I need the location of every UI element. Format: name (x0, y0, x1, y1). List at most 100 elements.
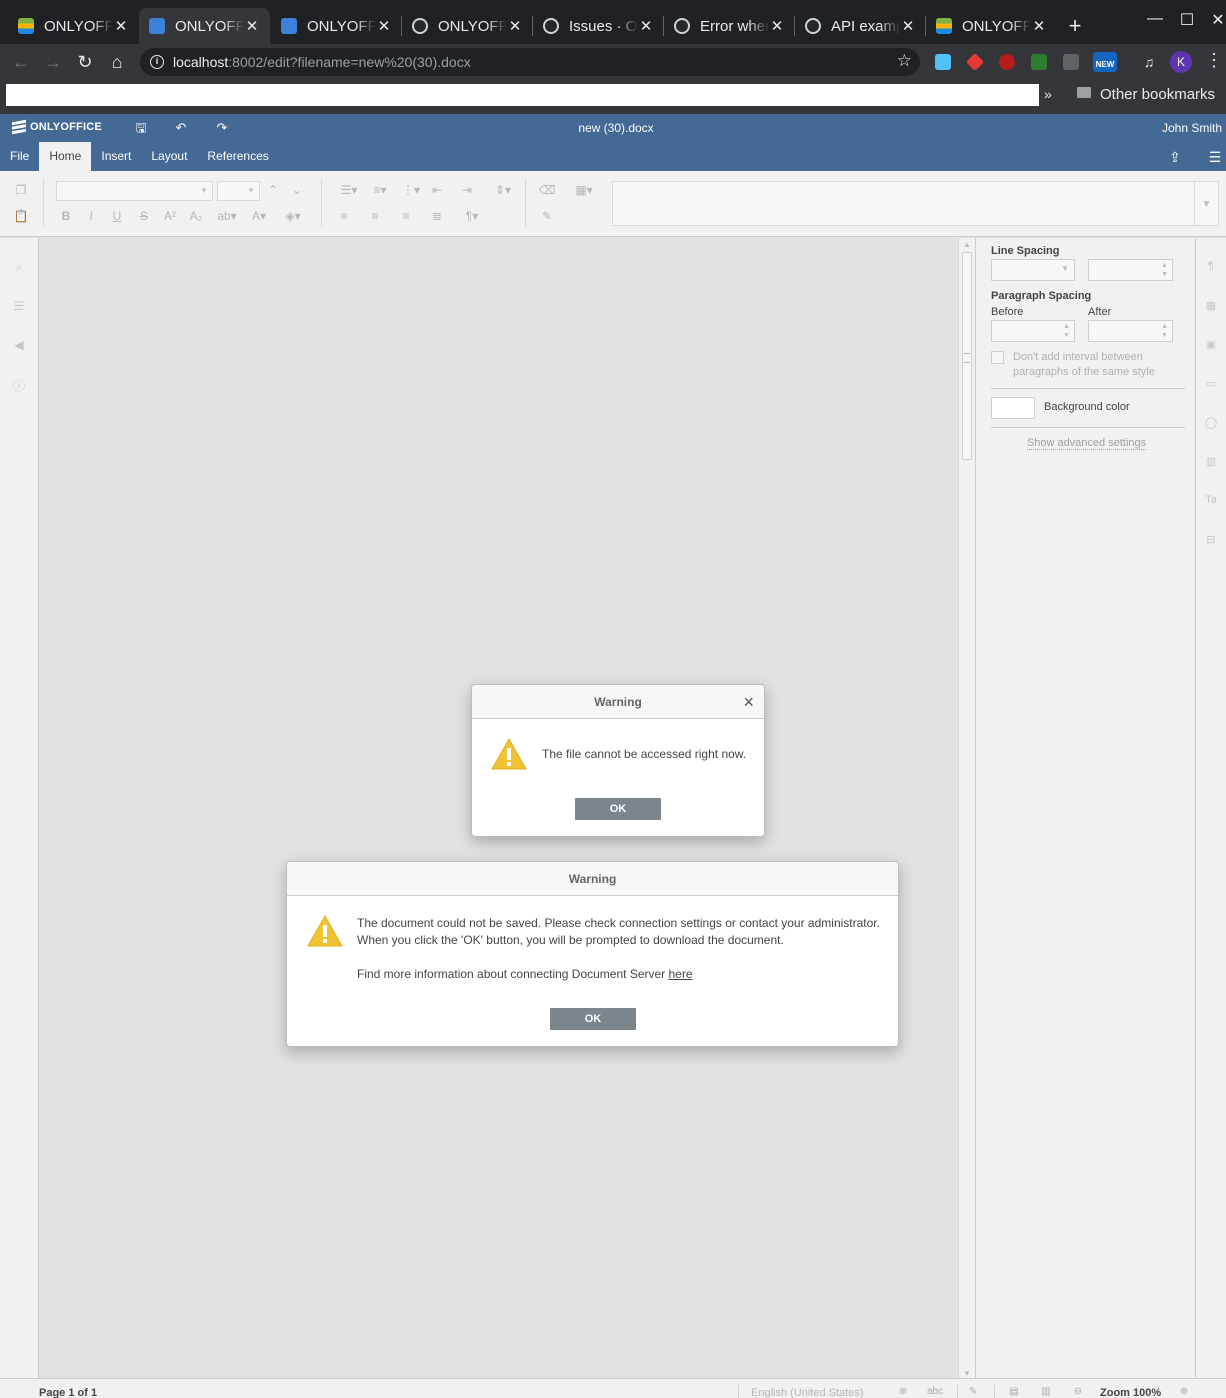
zoom-in-icon[interactable]: ⊕ (1177, 1386, 1191, 1398)
align-right-icon[interactable]: ≡ (397, 207, 415, 225)
shape-settings-icon[interactable]: ◯ (1204, 416, 1218, 430)
bookmarks-overflow-icon[interactable]: » (1044, 86, 1052, 102)
site-info-icon[interactable]: i (150, 55, 164, 69)
close-tab-icon[interactable]: ✕ (900, 17, 916, 35)
close-tab-icon[interactable]: ✕ (113, 17, 129, 35)
decrease-font-icon[interactable]: ⌄ (288, 181, 306, 199)
fit-width-icon[interactable]: ▥ (1039, 1386, 1053, 1398)
close-tab-icon[interactable]: ✕ (507, 17, 523, 35)
tab-home[interactable]: Home (39, 142, 92, 171)
italic-icon[interactable]: I (82, 207, 100, 225)
ublock-icon[interactable] (999, 54, 1015, 70)
font-size-combo[interactable]: ▼ (217, 181, 260, 201)
reload-icon[interactable]: ↻ (73, 50, 97, 74)
about-info-icon[interactable]: ⓘ (11, 377, 27, 393)
browser-tab[interactable]: API examples ✕ (795, 8, 926, 44)
numbering-icon[interactable]: ≡▾ (367, 181, 393, 199)
tab-references[interactable]: References (197, 142, 278, 171)
browser-tab[interactable]: ONLYOFFICE ✕ (402, 8, 533, 44)
browser-tab[interactable]: ONLYOFFICE ✕ (271, 8, 402, 44)
search-icon[interactable]: ⌕ (11, 260, 27, 276)
multilevel-list-icon[interactable]: ⋮▾ (398, 181, 424, 199)
text-art-settings-icon[interactable]: Ta (1204, 494, 1218, 508)
copy-style-icon[interactable]: ✎ (538, 207, 556, 225)
page-indicator[interactable]: Page 1 of 1 (39, 1387, 97, 1398)
align-left-icon[interactable]: ≡ (335, 207, 353, 225)
paragraph-shading-icon[interactable]: ◈▾ (280, 207, 306, 225)
browser-tab[interactable]: Error when saving ✕ (664, 8, 795, 44)
browser-tab[interactable]: Issues · ONLYOFFICE ✕ (533, 8, 664, 44)
show-advanced-settings-link[interactable]: Show advanced settings (976, 437, 1197, 450)
increase-indent-icon[interactable]: ⇥ (458, 181, 476, 199)
line-spacing-value-input[interactable]: ▲ ▼ (1088, 259, 1173, 281)
chart-settings-icon[interactable]: ▥ (1204, 455, 1218, 469)
track-changes-icon[interactable]: ✎ (966, 1386, 980, 1398)
line-spacing-type-select[interactable]: ▼ (991, 259, 1075, 281)
underline-icon[interactable]: U (108, 207, 126, 225)
line-spacing-icon[interactable]: ⇕▾ (490, 181, 516, 199)
background-color-picker[interactable] (991, 397, 1035, 419)
text-language[interactable]: English (United States) (751, 1387, 864, 1398)
color-scheme-icon[interactable]: ▦▾ (570, 181, 598, 199)
dont-add-interval-checkbox[interactable] (991, 351, 1004, 364)
clear-style-icon[interactable]: ⌫ (538, 181, 556, 199)
tab-file[interactable]: File (0, 142, 39, 171)
header-footer-settings-icon[interactable]: ▭ (1204, 377, 1218, 391)
table-settings-icon[interactable]: ▦ (1204, 299, 1218, 313)
image-settings-icon[interactable]: ▣ (1204, 338, 1218, 352)
new-tab-button[interactable]: + (1063, 12, 1087, 40)
nonprinting-characters-icon[interactable]: ¶▾ (459, 207, 485, 225)
browser-tab-active[interactable]: ONLYOFFICE ✕ (139, 8, 270, 44)
back-arrow-icon[interactable]: ← (9, 50, 33, 74)
feedback-icon[interactable]: ◀ (11, 338, 27, 354)
ok-button[interactable]: OK (550, 1008, 636, 1030)
close-tab-icon[interactable]: ✕ (769, 17, 785, 35)
extension-icon[interactable] (965, 52, 985, 72)
spellcheck-icon[interactable]: abc (927, 1386, 943, 1398)
browser-menu-icon[interactable]: ⋮ (1205, 50, 1223, 71)
styles-expand-icon[interactable]: ▼ (1195, 181, 1219, 226)
increase-font-icon[interactable]: ⌃ (264, 181, 282, 199)
scroll-down-icon[interactable]: ▼ (963, 1369, 971, 1378)
close-tab-icon[interactable]: ✕ (638, 17, 654, 35)
subscript-icon[interactable]: A₂ (187, 207, 205, 225)
bullets-icon[interactable]: ☰▾ (336, 181, 362, 199)
font-family-combo[interactable]: ▼ (56, 181, 213, 201)
scroll-up-icon[interactable]: ▲ (963, 240, 971, 249)
spacing-before-input[interactable]: ▲ ▼ (991, 320, 1075, 342)
close-window-icon[interactable]: ✕ (1208, 10, 1226, 30)
align-center-icon[interactable]: ≡ (366, 207, 384, 225)
vertical-scrollbar[interactable]: ▲ ▼ (958, 238, 975, 1378)
extension-icon[interactable] (1063, 54, 1079, 70)
bold-icon[interactable]: B (57, 207, 75, 225)
zoom-level[interactable]: Zoom 100% (1100, 1387, 1161, 1398)
paragraph-settings-icon[interactable]: ¶ (1204, 260, 1218, 274)
extension-icon[interactable] (1031, 54, 1047, 70)
copy-icon[interactable]: ❐ (12, 181, 30, 199)
minimize-window-icon[interactable]: — (1145, 10, 1165, 28)
close-icon[interactable]: × (743, 685, 754, 719)
spacing-after-input[interactable]: ▲ ▼ (1088, 320, 1173, 342)
profile-avatar[interactable]: K (1170, 51, 1192, 73)
ok-button[interactable]: OK (575, 798, 661, 820)
decrease-indent-icon[interactable]: ⇤ (428, 181, 446, 199)
help-link[interactable]: here (669, 967, 693, 981)
media-control-icon[interactable]: ♫ (1137, 50, 1161, 74)
doc-language-icon[interactable]: ⊕ (896, 1386, 910, 1398)
user-name[interactable]: John Smith (1162, 121, 1222, 135)
maximize-window-icon[interactable]: ☐ (1177, 10, 1197, 30)
fit-page-icon[interactable]: ▤ (1007, 1386, 1021, 1398)
other-bookmarks[interactable]: Other bookmarks (1100, 86, 1215, 103)
home-icon[interactable]: ⌂ (105, 50, 129, 74)
forward-arrow-icon[interactable]: → (41, 50, 65, 74)
tab-insert[interactable]: Insert (91, 142, 141, 171)
close-tab-icon[interactable]: ✕ (244, 17, 260, 35)
new-extension-icon[interactable]: NEW (1093, 52, 1117, 72)
close-tab-icon[interactable]: ✕ (1031, 17, 1047, 35)
comments-icon[interactable]: ☰ (11, 299, 27, 315)
font-color-icon[interactable]: A▾ (247, 207, 271, 225)
browser-tab[interactable]: ONLYOFFICE ✕ (8, 8, 139, 44)
tab-layout[interactable]: Layout (141, 142, 197, 171)
open-location-icon[interactable]: ⇪ (1166, 149, 1184, 166)
zoom-out-icon[interactable]: ⊖ (1071, 1386, 1085, 1398)
